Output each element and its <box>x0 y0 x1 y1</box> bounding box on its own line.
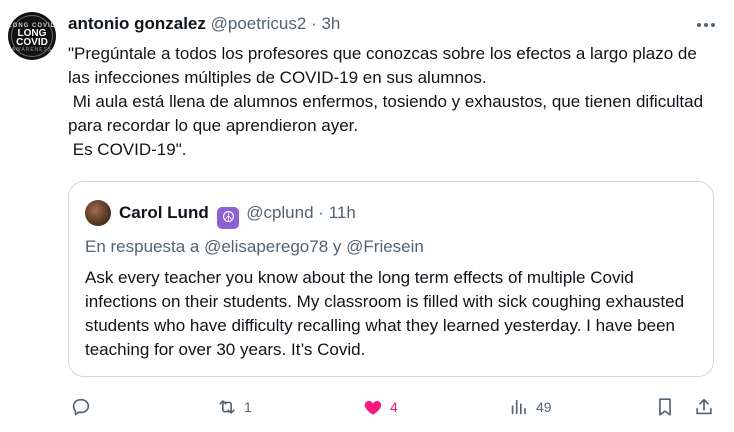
more-options-icon[interactable] <box>694 14 718 36</box>
reply-and: y <box>332 237 342 256</box>
tweet-header: antonio gonzalez @poetricus2 · 3h <box>68 13 340 35</box>
bookmark-icon <box>659 398 671 416</box>
heart-icon <box>364 401 382 415</box>
quoted-author-avatar[interactable] <box>85 200 111 226</box>
share-icon <box>696 398 712 415</box>
quoted-tweet[interactable]: Carol Lund ☮ @cplund · 11h En respuesta … <box>68 181 714 377</box>
views-count: 49 <box>536 399 552 415</box>
views-chart-icon <box>511 399 526 415</box>
reply-context: En respuesta a @elisaperego78 y @Friesei… <box>85 236 424 258</box>
tweet-time[interactable]: 3h <box>321 14 340 33</box>
reply-button[interactable] <box>70 390 98 424</box>
author-handle[interactable]: @poetricus2 <box>211 14 307 33</box>
action-bar: 1 4 49 <box>0 390 734 424</box>
reply-mention-2[interactable]: @Friesein <box>346 237 424 256</box>
share-button[interactable] <box>693 390 715 424</box>
retweet-count: 1 <box>244 399 252 415</box>
author-avatar[interactable]: LONG COVID LONG COVID AWARENESS <box>8 12 56 60</box>
author-name[interactable]: antonio gonzalez <box>68 14 206 33</box>
like-count: 4 <box>390 399 398 415</box>
reply-prefix: En respuesta a <box>85 237 200 256</box>
avatar-bottom-text: AWARENESS <box>11 47 53 53</box>
quoted-author-handle[interactable]: @cplund <box>246 203 313 222</box>
tweet-text: "Pregúntale a todos los profesores que c… <box>68 44 704 159</box>
bookmark-button[interactable] <box>654 390 676 424</box>
views-button[interactable]: 49 <box>508 390 552 424</box>
reply-mention-1[interactable]: @elisaperego78 <box>204 237 328 256</box>
like-button[interactable]: 4 <box>362 390 398 424</box>
avatar-main-text: LONG COVID <box>16 28 48 48</box>
time-separator: · <box>311 14 317 33</box>
quoted-time-separator: · <box>318 203 324 222</box>
quoted-tweet-header: Carol Lund ☮ @cplund · 11h <box>119 202 356 229</box>
quoted-tweet-text: Ask every teacher you know about the lon… <box>85 268 685 359</box>
retweet-icon <box>219 400 235 414</box>
retweet-button[interactable]: 1 <box>216 390 252 424</box>
peace-badge-icon: ☮ <box>217 207 240 229</box>
quoted-tweet-time[interactable]: 11h <box>329 203 356 222</box>
reply-icon <box>72 398 90 416</box>
quoted-author-name[interactable]: Carol Lund <box>119 203 209 222</box>
